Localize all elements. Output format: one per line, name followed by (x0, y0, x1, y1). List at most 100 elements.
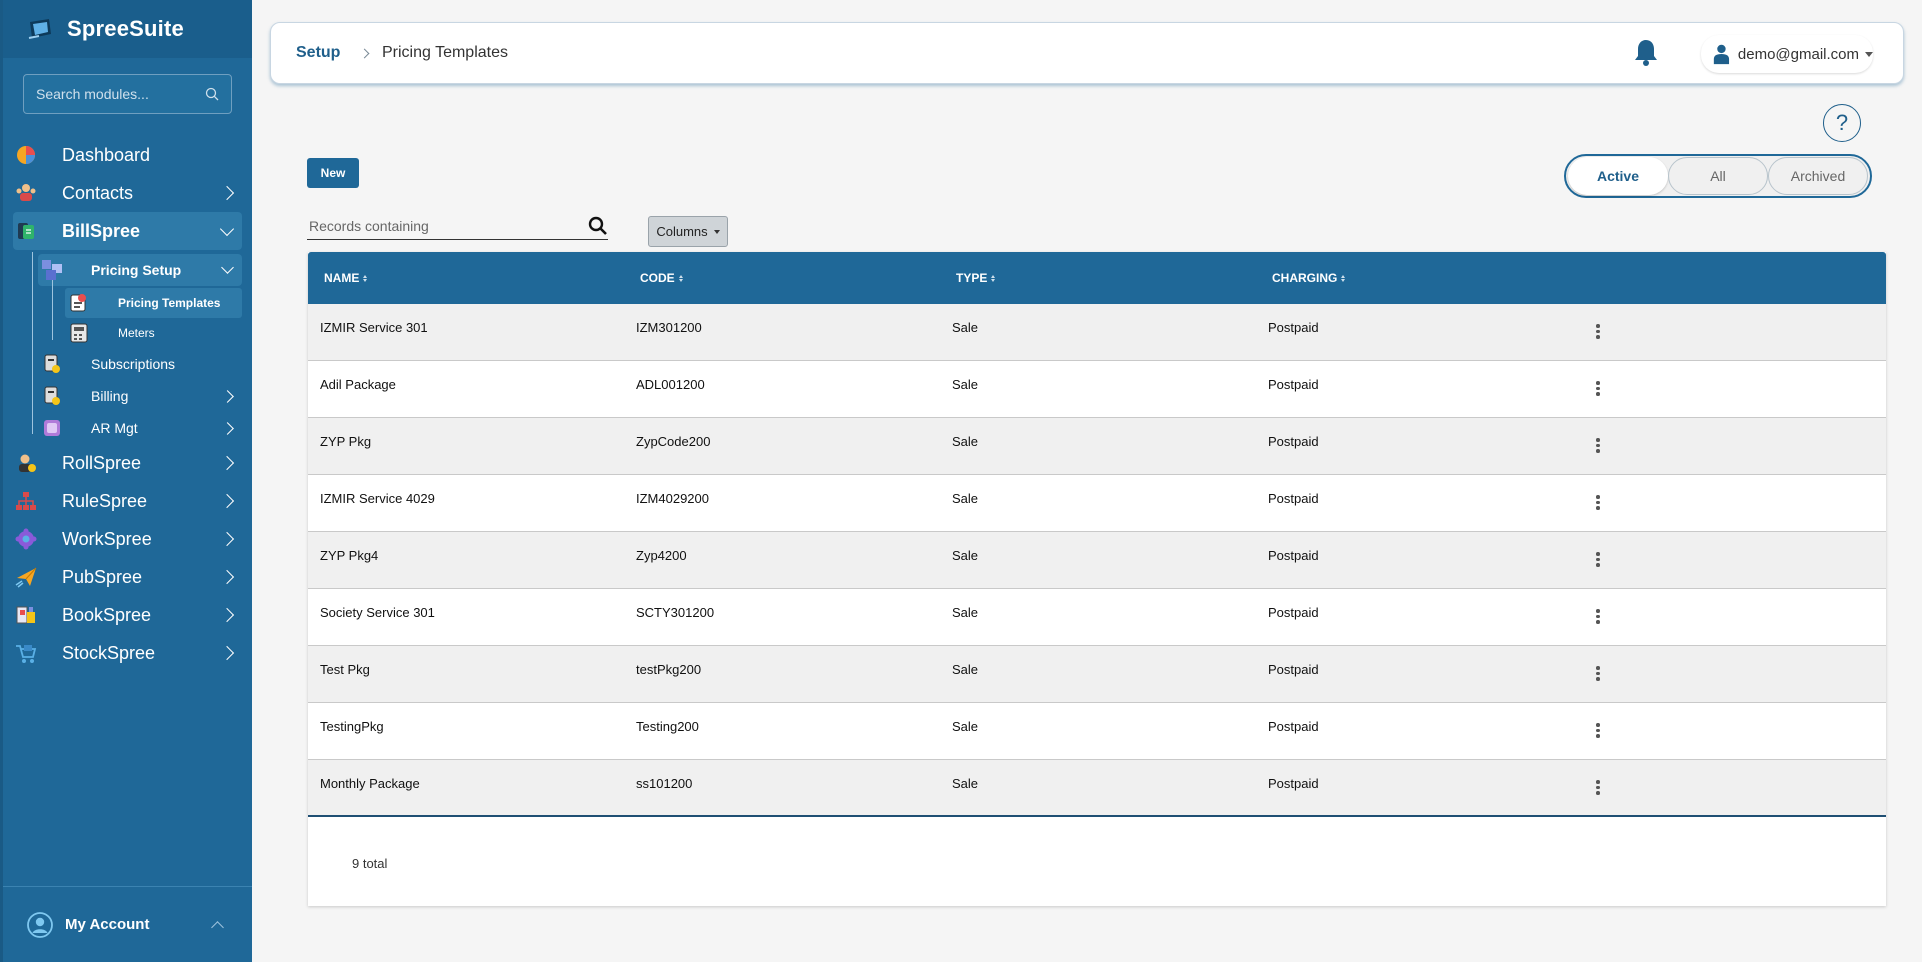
pie-chart-icon (14, 143, 38, 167)
sidebar-item-label: WorkSpree (62, 528, 152, 549)
sidebar-item-billing[interactable]: Billing (3, 380, 252, 412)
row-actions-kebab-icon[interactable] (1596, 609, 1600, 624)
table-row[interactable]: IZMIR Service 301 IZM301200 Sale Postpaid (308, 304, 1886, 361)
search-icon[interactable] (588, 216, 608, 236)
table-row[interactable]: Society Service 301 SCTY301200 Sale Postpai… (308, 589, 1886, 646)
sidebar-item-label: RollSpree (62, 452, 142, 473)
ar-mgt-icon (41, 417, 63, 439)
sort-icon (678, 274, 683, 282)
sidebar-item-label: BookSpree (62, 604, 152, 625)
stock-cart-icon (14, 641, 38, 665)
sidebar-item-ar-mgt[interactable]: AR Mgt (3, 412, 252, 444)
search-modules-input[interactable]: Search modules... (23, 74, 232, 114)
sidebar-item-workspree[interactable]: WorkSpree (3, 520, 252, 558)
table-row[interactable]: Adil Package ADL001200 Sale Postpaid (308, 361, 1886, 418)
cell-type: Sale (952, 662, 979, 677)
new-button[interactable]: New (307, 158, 359, 188)
filter-archived[interactable]: Archived (1768, 157, 1868, 195)
filter-active[interactable]: Active (1568, 157, 1668, 195)
column-header-label: NAME (324, 271, 360, 285)
sidebar-item-label: RuleSpree (62, 490, 148, 511)
sort-icon (1341, 274, 1346, 282)
table-row[interactable]: TestingPkg Testing200 Sale Postpaid (308, 703, 1886, 760)
sidebar-item-rollspree[interactable]: RollSpree (3, 444, 252, 482)
sidebar-item-label: StockSpree (62, 642, 156, 663)
search-modules-placeholder: Search modules... (36, 86, 149, 102)
table-row[interactable]: IZMIR Service 4029 IZM4029200 Sale Postpaid (308, 475, 1886, 532)
notification-bell-icon[interactable] (1633, 38, 1659, 68)
sidebar-item-label: Meters (118, 326, 155, 340)
sidebar-item-pricing-templates[interactable]: Pricing Templates (65, 288, 242, 318)
column-header-name[interactable]: NAME (324, 271, 368, 285)
chevron-right-icon (219, 607, 235, 623)
column-header-charging[interactable]: CHARGING (1272, 271, 1346, 285)
cell-type: Sale (952, 776, 979, 791)
user-email: demo@gmail.com (1737, 45, 1859, 63)
sidebar-nav: Dashboard Contacts BillSpree Pricing Set… (3, 136, 252, 672)
table-row[interactable]: ZYP Pkg ZypCode200 Sale Postpaid (308, 418, 1886, 475)
breadcrumb-chevron-icon (359, 48, 370, 59)
cell-code: IZM301200 (636, 320, 702, 335)
meters-icon (69, 323, 89, 343)
column-header-type[interactable]: TYPE (956, 271, 996, 285)
pricing-setup-icon (41, 259, 63, 281)
sidebar-item-subscriptions[interactable]: Subscriptions (3, 348, 252, 380)
tree-line (32, 252, 33, 434)
cell-charging: Postpaid (1268, 548, 1319, 563)
cell-name: Adil Package (320, 377, 396, 392)
table-body: IZMIR Service 301 IZM301200 Sale Postpaid Ad… (308, 304, 1886, 817)
column-header-label: TYPE (956, 271, 988, 285)
columns-label: Columns (656, 224, 708, 239)
filter-all[interactable]: All (1668, 157, 1768, 195)
pricing-templates-icon (69, 293, 89, 313)
sidebar-item-label: PubSpree (62, 566, 143, 587)
cell-charging: Postpaid (1268, 320, 1319, 335)
sidebar-item-contacts[interactable]: Contacts (3, 174, 252, 212)
row-actions-kebab-icon[interactable] (1596, 552, 1600, 567)
user-menu-dropdown[interactable]: demo@gmail.com (1701, 35, 1873, 73)
my-account-label: My Account (65, 916, 150, 933)
sidebar-item-label: BillSpree (62, 220, 141, 241)
brand[interactable]: SpreeSuite (3, 0, 252, 58)
row-actions-kebab-icon[interactable] (1596, 381, 1600, 396)
column-header-code[interactable]: CODE (640, 271, 683, 285)
records-search-input[interactable]: Records containing (307, 212, 608, 240)
help-icon[interactable]: ? (1823, 104, 1861, 142)
row-actions-kebab-icon[interactable] (1596, 780, 1600, 795)
sort-icon (363, 274, 368, 282)
sidebar-item-label: Billing (91, 388, 129, 404)
columns-dropdown-button[interactable]: Columns (648, 216, 728, 247)
row-actions-kebab-icon[interactable] (1596, 438, 1600, 453)
sidebar-item-bookspree[interactable]: BookSpree (3, 596, 252, 634)
cell-code: IZM4029200 (636, 491, 709, 506)
sidebar-item-billspree[interactable]: BillSpree (13, 212, 242, 250)
cell-code: ss101200 (636, 776, 693, 791)
cell-charging: Postpaid (1268, 491, 1319, 506)
row-actions-kebab-icon[interactable] (1596, 495, 1600, 510)
sidebar-item-stockspree[interactable]: StockSpree (3, 634, 252, 672)
payroll-icon (14, 451, 38, 475)
table-row[interactable]: ZYP Pkg4 Zyp4200 Sale Postpaid (308, 532, 1886, 589)
sidebar-item-dashboard[interactable]: Dashboard (3, 136, 252, 174)
row-actions-kebab-icon[interactable] (1596, 723, 1600, 738)
breadcrumb-setup[interactable]: Setup (296, 44, 340, 62)
table-row[interactable]: Monthly Package ss101200 Sale Postpaid (308, 760, 1886, 817)
my-account-button[interactable]: My Account (3, 886, 252, 962)
table-header: NAME CODE TYPE CHARGING (308, 252, 1886, 304)
chevron-right-icon (221, 389, 234, 403)
sidebar-item-meters[interactable]: Meters (3, 318, 252, 348)
sidebar-item-label: Pricing Templates (118, 296, 221, 310)
pricing-templates-table: NAME CODE TYPE CHARGING IZMIR Service 30… (308, 252, 1886, 906)
user-icon (1713, 44, 1730, 65)
cell-name: IZMIR Service 4029 (320, 491, 435, 506)
contacts-icon (14, 181, 38, 205)
row-actions-kebab-icon[interactable] (1596, 324, 1600, 339)
row-actions-kebab-icon[interactable] (1596, 666, 1600, 681)
cell-charging: Postpaid (1268, 605, 1319, 620)
sidebar-item-pricing-setup[interactable]: Pricing Setup (38, 254, 242, 286)
sidebar-item-rulespree[interactable]: RuleSpree (3, 482, 252, 520)
chevron-right-icon (219, 569, 235, 585)
table-row[interactable]: Test Pkg testPkg200 Sale Postpaid (308, 646, 1886, 703)
cell-charging: Postpaid (1268, 719, 1319, 734)
sidebar-item-pubspree[interactable]: PubSpree (3, 558, 252, 596)
